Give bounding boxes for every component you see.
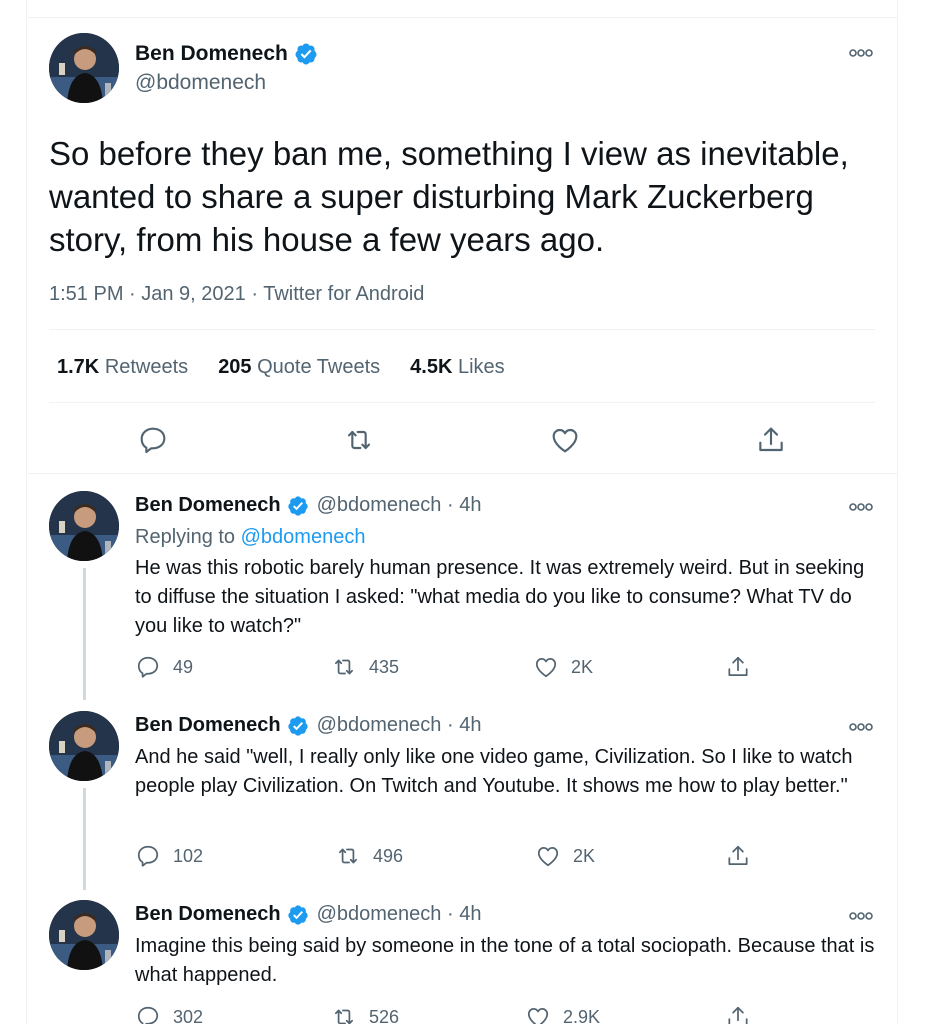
reply-count: 102 <box>173 845 204 866</box>
likes-count: 4.5K <box>410 356 453 378</box>
like-button[interactable]: 2K <box>533 654 593 680</box>
author-name[interactable]: Ben Domenech <box>135 494 281 517</box>
quote-tweets-stat[interactable]: 205 Quote Tweets <box>218 356 380 379</box>
reply-text: Imagine this being said by someone in th… <box>135 935 875 986</box>
tweet-actions <box>27 424 897 456</box>
verified-badge-icon <box>294 42 318 66</box>
like-button[interactable]: 2.9K <box>525 1004 600 1024</box>
share-icon[interactable] <box>755 424 787 456</box>
retweet-count: 526 <box>369 1006 400 1024</box>
retweet-icon <box>335 843 361 869</box>
like-heart-icon <box>535 843 561 869</box>
retweet-button[interactable]: 526 <box>331 1004 399 1024</box>
replying-to: Replying to @bdomenech <box>135 526 365 549</box>
divider <box>49 402 875 403</box>
reply-actions: 102 496 2K <box>135 843 755 867</box>
thread-line <box>83 568 86 700</box>
divider <box>49 329 875 330</box>
avatar[interactable] <box>49 491 119 561</box>
likes-stat[interactable]: 4.5K Likes <box>410 356 505 379</box>
retweets-label: Retweets <box>104 356 189 378</box>
like-count: 2K <box>573 845 596 866</box>
avatar[interactable] <box>49 711 119 781</box>
author-name[interactable]: Ben Domenech <box>135 714 281 737</box>
author-name[interactable]: Ben Domenech <box>135 903 281 926</box>
reply-icon <box>135 843 161 869</box>
tweet-column: Ben Domenech @bdomenech So before they b… <box>26 0 898 1024</box>
author-handle-time[interactable]: @bdomenech · 4h <box>317 714 482 737</box>
verified-badge-icon <box>287 495 309 517</box>
reply-button[interactable]: 102 <box>135 843 203 869</box>
top-divider <box>27 17 897 18</box>
share-button[interactable] <box>725 1004 751 1024</box>
tweet-text: So before they ban me, something I view … <box>49 135 849 258</box>
reply-count: 302 <box>173 1006 204 1024</box>
more-options-icon[interactable] <box>849 721 873 733</box>
retweet-count: 496 <box>373 845 404 866</box>
retweet-button[interactable]: 435 <box>331 654 399 680</box>
reply-header: Ben Domenech @bdomenech · 4h <box>135 903 481 926</box>
reply-header: Ben Domenech @bdomenech · 4h <box>135 714 481 737</box>
like-heart-icon <box>533 654 559 680</box>
reply-icon <box>135 1004 161 1024</box>
thread-line <box>83 788 86 890</box>
avatar[interactable] <box>49 900 119 970</box>
share-icon <box>725 654 751 680</box>
quote-tweets-label: Quote Tweets <box>257 356 381 378</box>
reply-count: 49 <box>173 656 194 677</box>
replying-to-link[interactable]: @bdomenech <box>241 526 366 548</box>
share-button[interactable] <box>725 843 751 869</box>
tweet-stats: 1.7K Retweets 205 Quote Tweets 4.5K Like… <box>57 356 505 379</box>
divider <box>27 473 897 474</box>
reply-actions: 49 435 2K <box>135 654 755 678</box>
author-name-text[interactable]: Ben Domenech <box>135 42 288 66</box>
reply-actions: 302 526 2.9K <box>135 1004 755 1024</box>
retweet-count: 435 <box>369 656 400 677</box>
share-icon <box>725 843 751 869</box>
reply-button[interactable]: 49 <box>135 654 193 680</box>
retweet-icon[interactable] <box>343 424 375 456</box>
reply-header: Ben Domenech @bdomenech · 4h <box>135 494 481 517</box>
author-handle-time[interactable]: @bdomenech · 4h <box>317 903 482 926</box>
reply-text: He was this robotic barely human presenc… <box>135 557 865 637</box>
more-options-icon[interactable] <box>849 47 873 59</box>
reply-icon <box>135 654 161 680</box>
retweet-icon <box>331 1004 357 1024</box>
more-options-icon[interactable] <box>849 501 873 513</box>
replying-to-prefix: Replying to <box>135 526 236 548</box>
share-icon <box>725 1004 751 1024</box>
author-handle-time[interactable]: @bdomenech · 4h <box>317 494 482 517</box>
retweets-stat[interactable]: 1.7K Retweets <box>57 356 188 379</box>
reply-icon[interactable] <box>137 424 169 456</box>
more-options-icon[interactable] <box>849 910 873 922</box>
like-button[interactable]: 2K <box>535 843 595 869</box>
avatar[interactable] <box>49 33 119 103</box>
likes-label: Likes <box>457 356 505 378</box>
like-heart-icon <box>525 1004 551 1024</box>
retweets-count: 1.7K <box>57 356 100 378</box>
author-name[interactable]: Ben Domenech <box>135 42 318 66</box>
share-button[interactable] <box>725 654 751 680</box>
author-handle[interactable]: @bdomenech <box>135 71 266 95</box>
verified-badge-icon <box>287 904 309 926</box>
tweet-timestamp[interactable]: 1:51 PM · Jan 9, 2021 · Twitter for Andr… <box>49 283 424 306</box>
like-count: 2.9K <box>563 1006 601 1024</box>
like-count: 2K <box>571 656 594 677</box>
retweet-button[interactable]: 496 <box>335 843 403 869</box>
reply-text: And he said "well, I really only like on… <box>135 746 853 797</box>
like-heart-icon[interactable] <box>549 424 581 456</box>
verified-badge-icon <box>287 715 309 737</box>
reply-button[interactable]: 302 <box>135 1004 203 1024</box>
quote-tweets-count: 205 <box>218 356 252 378</box>
retweet-icon <box>331 654 357 680</box>
